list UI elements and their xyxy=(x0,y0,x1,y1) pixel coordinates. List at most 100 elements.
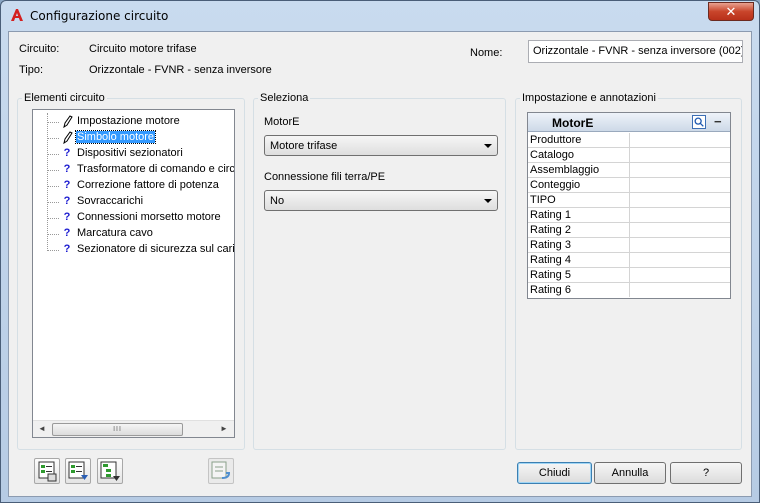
property-name: Rating 6 xyxy=(530,284,571,296)
tree-item-label: Simbolo motore xyxy=(74,130,157,144)
zoom-icon[interactable] xyxy=(692,115,706,129)
nome-label: Nome: xyxy=(470,47,503,59)
load-circuit-button[interactable] xyxy=(97,458,123,484)
property-row[interactable]: Produttore xyxy=(528,133,730,148)
property-name: Rating 1 xyxy=(530,209,571,221)
question-icon: ? xyxy=(63,163,71,175)
tree-item-sovraccarichi[interactable]: ? Sovraccarichi xyxy=(33,194,233,210)
property-value[interactable] xyxy=(629,238,730,252)
scroll-left-icon[interactable]: ◄ xyxy=(36,423,48,435)
autocad-a-icon xyxy=(11,9,23,21)
tree-item-sezionatore-sicurezza[interactable]: ? Sezionatore di sicurezza sul caric xyxy=(33,242,235,258)
property-name: Rating 5 xyxy=(530,269,571,281)
tree-item-trasformatore[interactable]: ? Trasformatore di comando e circu xyxy=(33,162,235,178)
property-name: TIPO xyxy=(530,194,556,206)
property-row[interactable]: Rating 2 xyxy=(528,223,730,238)
question-icon: ? xyxy=(63,211,71,223)
property-name: Rating 3 xyxy=(530,239,571,251)
motore-select-value: Motore trifase xyxy=(270,140,338,152)
property-name: Conteggio xyxy=(530,179,581,191)
help-button[interactable]: ? xyxy=(670,462,742,484)
connessione-select[interactable]: No xyxy=(264,190,498,211)
property-value[interactable] xyxy=(629,283,730,297)
property-row[interactable]: Rating 4 xyxy=(528,253,730,268)
property-value[interactable] xyxy=(629,208,730,222)
undo-button[interactable] xyxy=(208,458,234,484)
tree-item-label: Trasformatore di comando e circu xyxy=(77,163,235,175)
properties-header: MotorE − xyxy=(528,113,730,132)
annulla-button[interactable]: Annulla xyxy=(594,462,666,484)
property-value[interactable] xyxy=(629,268,730,282)
tree-item-simbolo-motore[interactable]: Simbolo motore xyxy=(33,130,233,146)
tipo-label: Tipo: xyxy=(19,64,44,76)
close-icon: ✕ xyxy=(725,3,737,19)
tree-item-label: Marcatura cavo xyxy=(77,227,153,239)
collapse-icon[interactable]: − xyxy=(714,114,722,129)
scrollbar-thumb[interactable]: III xyxy=(52,423,183,436)
circuit-list-icon xyxy=(68,461,88,480)
elementi-circuito-title: Elementi circuito xyxy=(22,92,107,104)
question-icon: ? xyxy=(63,227,71,239)
dialog-client-area: Circuito: Circuito motore trifase Tipo: … xyxy=(8,31,752,497)
tree-item-label: Sezionatore di sicurezza sul caric xyxy=(77,243,235,255)
pencil-icon xyxy=(63,115,73,128)
property-row[interactable]: Assemblaggio xyxy=(528,163,730,178)
nome-input[interactable]: Orizzontale - FVNR - senza inversore (00… xyxy=(528,40,743,63)
property-row[interactable]: Rating 5 xyxy=(528,268,730,283)
property-value[interactable] xyxy=(629,193,730,207)
tree-item-label: Sovraccarichi xyxy=(77,195,144,207)
property-value[interactable] xyxy=(629,148,730,162)
window-title: Configurazione circuito xyxy=(30,9,169,23)
tree-item-marcatura-cavo[interactable]: ? Marcatura cavo xyxy=(33,226,233,242)
property-name: Rating 4 xyxy=(530,254,571,266)
circuit-tree-icon xyxy=(100,461,120,481)
property-name: Assemblaggio xyxy=(530,164,600,176)
properties-grid[interactable]: MotorE − Produttore Catalogo Assemblaggi… xyxy=(527,112,731,299)
property-value[interactable] xyxy=(629,133,730,147)
dialog-window: Configurazione circuito ✕ Circuito: Circ… xyxy=(0,0,760,503)
tree-item-label: Impostazione motore xyxy=(77,115,180,127)
question-icon: ? xyxy=(63,195,71,207)
connessione-select-value: No xyxy=(270,195,285,207)
close-button[interactable]: ✕ xyxy=(708,2,754,21)
property-row[interactable]: Rating 1 xyxy=(528,208,730,223)
nome-input-value: Orizzontale - FVNR - senza inversore (00… xyxy=(533,45,743,57)
chevron-down-icon xyxy=(484,199,492,203)
seleziona-title: Seleziona xyxy=(258,92,311,104)
question-icon: ? xyxy=(63,243,71,255)
save-circuit-button[interactable] xyxy=(34,458,60,484)
connessione-label: Connessione fili terra/PE xyxy=(264,171,386,183)
property-row[interactable]: Rating 3 xyxy=(528,238,730,253)
property-value[interactable] xyxy=(629,223,730,237)
tree-item-label: Correzione fattore di potenza xyxy=(77,179,219,191)
property-row[interactable]: Rating 6 xyxy=(528,283,730,298)
circuit-elements-tree[interactable]: Impostazione motore Simbolo motore ? Dis… xyxy=(32,109,235,438)
pencil-icon xyxy=(63,131,73,144)
tree-item-connessioni-morsetto[interactable]: ? Connessioni morsetto motore xyxy=(33,210,233,226)
property-value[interactable] xyxy=(629,253,730,267)
chiudi-button[interactable]: Chiudi xyxy=(517,462,592,484)
undo-icon xyxy=(211,461,231,479)
horizontal-scrollbar[interactable]: ◄ III ► xyxy=(33,420,234,437)
property-name: Catalogo xyxy=(530,149,575,161)
property-row[interactable]: Catalogo xyxy=(528,148,730,163)
property-name: Rating 2 xyxy=(530,224,571,236)
question-icon: ? xyxy=(63,147,71,159)
scroll-right-icon[interactable]: ► xyxy=(218,423,230,435)
property-value[interactable] xyxy=(629,178,730,192)
title-bar[interactable]: Configurazione circuito ✕ xyxy=(1,1,759,31)
property-row[interactable]: Conteggio xyxy=(528,178,730,193)
properties-header-title: MotorE xyxy=(552,116,594,130)
motore-label: MotorE xyxy=(264,116,300,128)
save-circuit-variant-button[interactable] xyxy=(65,458,91,484)
save-circuit-icon xyxy=(38,461,57,482)
property-name: Produttore xyxy=(530,134,582,146)
property-value[interactable] xyxy=(629,163,730,177)
circuito-label: Circuito: xyxy=(19,43,60,55)
question-icon: ? xyxy=(63,179,71,191)
motore-select[interactable]: Motore trifase xyxy=(264,135,498,156)
tree-item-impostazione-motore[interactable]: Impostazione motore xyxy=(33,114,233,130)
tree-item-dispositivi-sezionatori[interactable]: ? Dispositivi sezionatori xyxy=(33,146,233,162)
tree-item-correzione-fattore[interactable]: ? Correzione fattore di potenza xyxy=(33,178,233,194)
property-row[interactable]: TIPO xyxy=(528,193,730,208)
